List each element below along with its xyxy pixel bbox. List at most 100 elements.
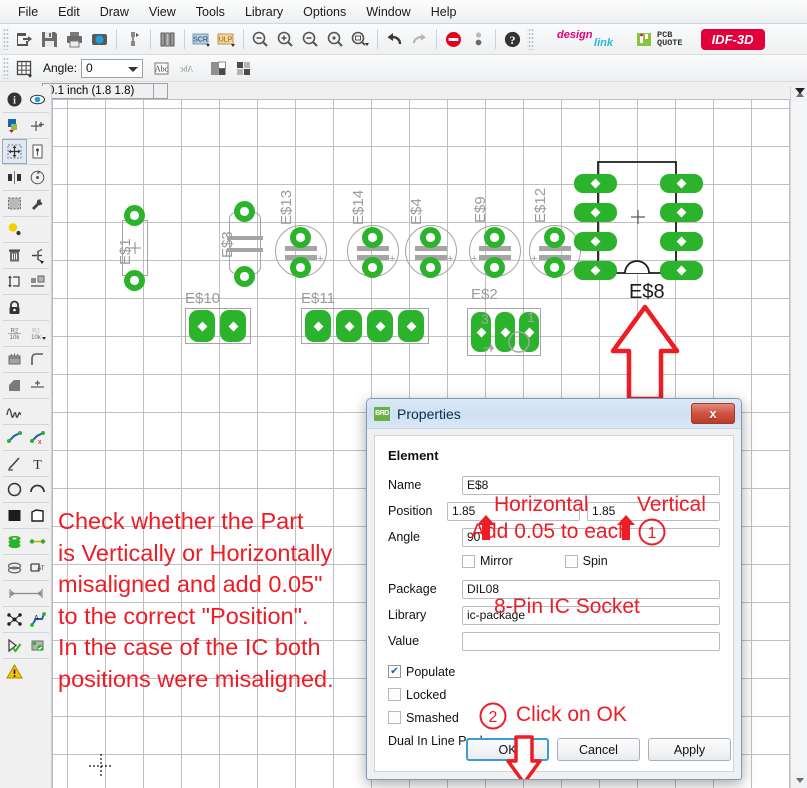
split-icon[interactable] — [3, 374, 26, 397]
pad[interactable] — [574, 174, 617, 193]
polygon-icon[interactable] — [26, 504, 49, 527]
value-input[interactable] — [462, 631, 720, 651]
toolbar2-grip[interactable] — [2, 57, 9, 79]
scroll-down-button[interactable] — [791, 772, 807, 788]
route-icon[interactable] — [3, 400, 26, 423]
pad[interactable] — [420, 227, 441, 248]
name-input[interactable]: E$8 — [462, 475, 720, 495]
text-icon[interactable]: T — [26, 452, 49, 475]
ripup-all-icon[interactable]: x — [26, 426, 49, 449]
pad[interactable] — [495, 312, 515, 352]
pad[interactable] — [234, 201, 255, 222]
erc-icon[interactable] — [26, 634, 49, 657]
library-icon[interactable] — [155, 27, 180, 52]
pad[interactable] — [420, 257, 441, 278]
properties-dialog[interactable]: BRD Properties x Element Name E$8 Positi… — [366, 398, 742, 780]
pad[interactable] — [544, 257, 565, 278]
paste-icon[interactable] — [3, 218, 26, 241]
info-icon[interactable]: i — [3, 88, 26, 111]
copy-icon[interactable] — [26, 140, 49, 163]
cancel-button[interactable]: Cancel — [557, 738, 640, 761]
pad[interactable] — [336, 310, 362, 342]
populate-checkbox[interactable]: ✔ — [388, 665, 401, 678]
drill-icon[interactable] — [466, 27, 491, 52]
script-icon[interactable]: SCR — [189, 27, 214, 52]
pad[interactable] — [471, 312, 491, 352]
board-schematic-switch-icon[interactable] — [121, 27, 146, 52]
pad[interactable] — [660, 261, 703, 280]
lock-icon[interactable] — [3, 296, 26, 319]
hole-icon[interactable] — [3, 556, 26, 579]
mark-icon[interactable] — [26, 114, 49, 137]
pad[interactable] — [574, 232, 617, 251]
pad[interactable] — [362, 227, 383, 248]
pad[interactable] — [660, 203, 703, 222]
pad[interactable] — [290, 227, 311, 248]
pad[interactable] — [398, 310, 424, 342]
replace-icon[interactable] — [26, 270, 49, 293]
rect-icon[interactable] — [3, 504, 26, 527]
coordinate-extra-field[interactable] — [154, 82, 168, 99]
close-icon[interactable]: x — [691, 403, 735, 424]
abc-text-icon[interactable]: Abc — [149, 56, 174, 81]
change-icon[interactable] — [26, 192, 49, 215]
menu-item-options[interactable]: Options — [293, 3, 356, 21]
undo-icon[interactable] — [382, 27, 407, 52]
move-icon[interactable] — [2, 139, 27, 164]
toolbar-grip-2[interactable] — [527, 28, 534, 50]
zoom-redraw-icon[interactable] — [323, 27, 348, 52]
pad[interactable] — [189, 310, 215, 342]
dimension-icon[interactable] — [3, 582, 49, 605]
ratsnest-icon[interactable] — [3, 608, 26, 631]
autorouter-icon[interactable]: A — [26, 608, 49, 631]
miter-icon[interactable] — [26, 348, 49, 371]
mirror-icon[interactable] — [3, 166, 26, 189]
pad[interactable] — [484, 257, 505, 278]
pad[interactable] — [234, 266, 255, 287]
optimize-icon[interactable] — [26, 374, 49, 397]
menu-item-view[interactable]: View — [139, 3, 186, 21]
menu-item-edit[interactable]: Edit — [48, 3, 90, 21]
menu-item-library[interactable]: Library — [235, 3, 293, 21]
smashed-checkbox[interactable] — [388, 711, 401, 724]
open-export-icon[interactable] — [12, 27, 37, 52]
pad[interactable] — [124, 205, 145, 226]
rotate-icon[interactable] — [26, 166, 49, 189]
attribute-icon[interactable]: AT — [26, 556, 49, 579]
designlink-button[interactable]: design link — [553, 26, 617, 52]
save-icon[interactable] — [37, 27, 62, 52]
locked-checkbox[interactable] — [388, 688, 401, 701]
zoom-in-icon[interactable] — [273, 27, 298, 52]
delete-icon[interactable] — [3, 244, 26, 267]
print-icon[interactable] — [62, 27, 87, 52]
abc-mirror-icon[interactable]: Abc — [174, 56, 199, 81]
pad[interactable] — [367, 310, 393, 342]
idf3d-button[interactable]: IDF-3D — [700, 28, 765, 50]
value-icon[interactable]: R2 10k — [26, 322, 49, 345]
via-icon[interactable] — [3, 530, 26, 553]
ulp-icon[interactable]: ULP — [214, 27, 239, 52]
spin-checkbox[interactable] — [564, 554, 578, 568]
pad[interactable] — [574, 261, 617, 280]
pinswap-icon[interactable] — [3, 270, 26, 293]
angle-combobox[interactable]: 0 — [81, 58, 144, 78]
pcbquote-button[interactable]: PCB QUOTE — [635, 30, 683, 49]
pad[interactable] — [484, 227, 505, 248]
smash-icon[interactable] — [3, 348, 26, 371]
dialog-title-bar[interactable]: BRD Properties x — [367, 399, 741, 429]
canvas-collapse-caret-icon[interactable] — [795, 88, 805, 94]
errors-icon[interactable] — [3, 660, 26, 683]
pad[interactable] — [305, 310, 331, 342]
pad[interactable] — [660, 174, 703, 193]
add-part-icon[interactable] — [26, 244, 49, 267]
layers-icon[interactable] — [207, 56, 232, 81]
cam-processor-icon[interactable] — [87, 27, 112, 52]
pad[interactable] — [660, 232, 703, 251]
pad[interactable] — [124, 270, 145, 291]
menu-item-tools[interactable]: Tools — [186, 3, 235, 21]
wire-icon[interactable] — [3, 452, 26, 475]
coordinate-display[interactable]: 0.1 inch (1.8 1.8) — [42, 82, 154, 99]
zoom-fit-icon[interactable] — [248, 27, 273, 52]
pad[interactable] — [574, 203, 617, 222]
zoom-out-icon[interactable] — [298, 27, 323, 52]
